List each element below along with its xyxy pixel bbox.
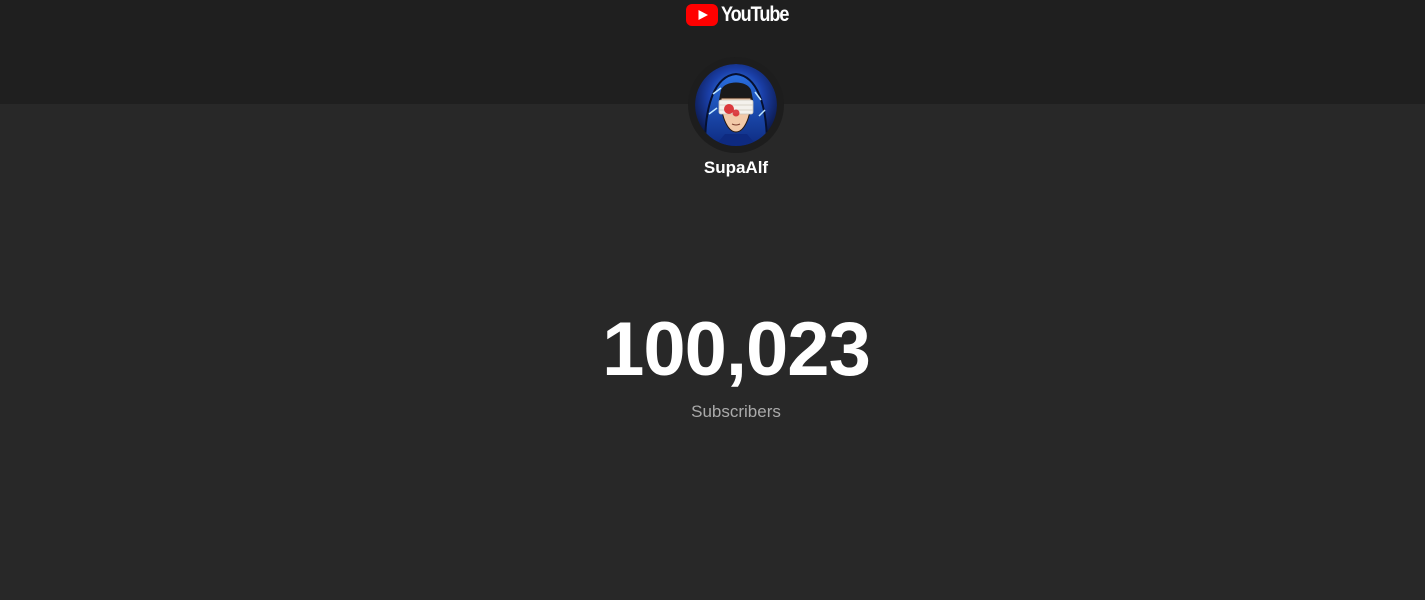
channel-name: SupaAlf bbox=[703, 158, 769, 177]
channel-avatar[interactable] bbox=[695, 64, 777, 146]
channel-avatar-ring bbox=[688, 57, 784, 153]
subscriber-label: Subscribers bbox=[691, 402, 781, 421]
youtube-logo[interactable]: YouTube bbox=[686, 4, 799, 26]
subscriber-counter-page: YouTube SupaAlf 100,023 Subscribers bbox=[0, 0, 1425, 600]
youtube-play-icon bbox=[686, 4, 718, 26]
subscriber-count: 100,023 bbox=[602, 307, 871, 392]
youtube-logo-text: YouTube bbox=[721, 3, 789, 26]
